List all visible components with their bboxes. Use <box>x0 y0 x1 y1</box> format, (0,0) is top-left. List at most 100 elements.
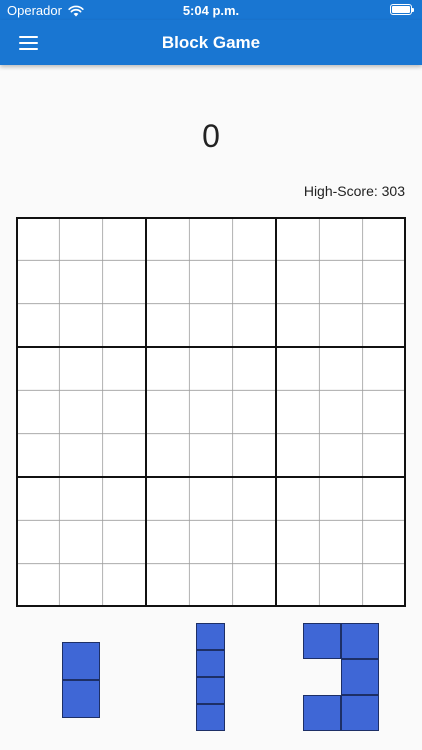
board-cell[interactable] <box>102 390 146 434</box>
app-root: Operador 5:04 p.m. Block Game 0 High-Sco… <box>0 0 422 750</box>
board-cell[interactable] <box>189 303 233 347</box>
board-cell[interactable] <box>59 347 103 391</box>
board-cell[interactable] <box>319 347 363 391</box>
board-cell[interactable] <box>276 390 320 434</box>
board-cell[interactable] <box>146 260 190 304</box>
board-cell[interactable] <box>276 260 320 304</box>
board-cell[interactable] <box>102 477 146 521</box>
status-bar: Operador 5:04 p.m. <box>0 0 422 20</box>
board-cell[interactable] <box>16 520 60 564</box>
board-cell[interactable] <box>16 563 60 607</box>
piece-cell <box>196 623 225 650</box>
board-cell[interactable] <box>232 563 276 607</box>
board-cell[interactable] <box>232 217 276 261</box>
board-cell[interactable] <box>189 433 233 477</box>
board-cell[interactable] <box>59 260 103 304</box>
board-cell[interactable] <box>276 477 320 521</box>
board-cell[interactable] <box>59 217 103 261</box>
board-cell[interactable] <box>232 260 276 304</box>
piece-cell <box>341 659 379 695</box>
board-cell[interactable] <box>276 520 320 564</box>
piece-cell <box>62 642 100 680</box>
board-cell[interactable] <box>146 303 190 347</box>
board-cell[interactable] <box>276 433 320 477</box>
board-cell[interactable] <box>189 477 233 521</box>
board-cell[interactable] <box>16 433 60 477</box>
board-cell[interactable] <box>319 217 363 261</box>
board-cell[interactable] <box>59 477 103 521</box>
board-cell[interactable] <box>362 260 406 304</box>
board-cell[interactable] <box>189 390 233 434</box>
board-cell[interactable] <box>102 217 146 261</box>
board-cell[interactable] <box>319 563 363 607</box>
board-cell[interactable] <box>102 433 146 477</box>
board-cell[interactable] <box>189 347 233 391</box>
board-cell[interactable] <box>362 563 406 607</box>
board-cell[interactable] <box>16 217 60 261</box>
board-cell[interactable] <box>189 520 233 564</box>
board-cell[interactable] <box>146 520 190 564</box>
board-cell[interactable] <box>362 433 406 477</box>
board-cell[interactable] <box>16 347 60 391</box>
status-time: 5:04 p.m. <box>182 3 240 18</box>
board-cell[interactable] <box>146 347 190 391</box>
board-cell[interactable] <box>362 520 406 564</box>
board-cell[interactable] <box>319 477 363 521</box>
board-cell[interactable] <box>16 303 60 347</box>
piece-vertical-i-four[interactable] <box>196 623 225 731</box>
board-cell[interactable] <box>59 433 103 477</box>
piece-cell <box>341 623 379 659</box>
board-cell[interactable] <box>362 303 406 347</box>
board-cell[interactable] <box>102 520 146 564</box>
board-cell[interactable] <box>232 477 276 521</box>
board-cell[interactable] <box>362 347 406 391</box>
board-cell[interactable] <box>276 563 320 607</box>
board-cell[interactable] <box>189 563 233 607</box>
board-cell[interactable] <box>362 217 406 261</box>
board-cell[interactable] <box>232 433 276 477</box>
board-cell[interactable] <box>146 563 190 607</box>
board-cell[interactable] <box>146 217 190 261</box>
board-cell[interactable] <box>59 390 103 434</box>
high-score: High-Score: 303 <box>303 183 405 199</box>
board-cell[interactable] <box>362 390 406 434</box>
board-cell[interactable] <box>59 563 103 607</box>
piece-c-shape[interactable] <box>303 623 379 731</box>
piece-vertical-domino[interactable] <box>62 642 100 718</box>
board-cell[interactable] <box>102 347 146 391</box>
app-bar: Block Game <box>0 20 422 65</box>
game-board[interactable] <box>16 217 406 607</box>
board-cell[interactable] <box>146 477 190 521</box>
board-cell[interactable] <box>232 520 276 564</box>
board-cell[interactable] <box>189 217 233 261</box>
board-cell[interactable] <box>319 303 363 347</box>
piece-cell <box>341 695 379 731</box>
board-cell[interactable] <box>59 303 103 347</box>
board-cell[interactable] <box>16 477 60 521</box>
current-score: 0 <box>202 118 220 154</box>
board-cell[interactable] <box>232 390 276 434</box>
board-cell[interactable] <box>319 390 363 434</box>
piece-cell <box>303 623 341 659</box>
piece-cell <box>196 650 225 677</box>
board-cell[interactable] <box>319 433 363 477</box>
board-cell[interactable] <box>232 347 276 391</box>
board-cell[interactable] <box>276 217 320 261</box>
board-cell[interactable] <box>276 303 320 347</box>
app-title: Block Game <box>161 33 261 52</box>
board-cell[interactable] <box>59 520 103 564</box>
board-cell[interactable] <box>16 260 60 304</box>
board-cell[interactable] <box>102 260 146 304</box>
board-cell[interactable] <box>232 303 276 347</box>
board-cell[interactable] <box>362 477 406 521</box>
board-cell[interactable] <box>146 433 190 477</box>
board-cell[interactable] <box>102 303 146 347</box>
board-cell[interactable] <box>319 520 363 564</box>
board-cell[interactable] <box>189 260 233 304</box>
board-cell[interactable] <box>102 563 146 607</box>
board-cell[interactable] <box>16 390 60 434</box>
piece-cell <box>303 695 341 731</box>
board-cell[interactable] <box>276 347 320 391</box>
board-cell[interactable] <box>146 390 190 434</box>
board-cell[interactable] <box>319 260 363 304</box>
